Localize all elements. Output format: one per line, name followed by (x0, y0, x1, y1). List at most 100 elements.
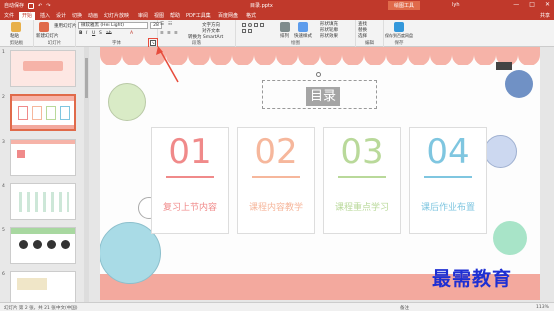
quick-styles-button[interactable]: 快速样式 (294, 33, 312, 39)
thumbnail-slide-6[interactable] (10, 271, 76, 302)
tab-insert[interactable]: 插入 (40, 12, 50, 19)
cloud-save-icon[interactable] (394, 22, 404, 32)
save-group: 保存到百度网盘 保存 (384, 20, 414, 47)
line-shape-icon[interactable] (254, 23, 258, 27)
reuse-slide-button[interactable]: 重用幻灯片 (54, 23, 77, 29)
zoom-level[interactable]: 113% (536, 305, 549, 310)
maximize-button[interactable]: □ (529, 1, 535, 8)
slide-thumbnails-pane[interactable]: 1 2 3 4 5 6 (0, 47, 85, 302)
user-name[interactable]: lyh (452, 2, 460, 8)
numbering-icon[interactable]: ☷ (168, 22, 172, 27)
tab-pdf-tools[interactable]: PDF工具集 (186, 12, 211, 19)
thumb-number: 2 (2, 95, 5, 100)
card-number: 02 (254, 132, 298, 172)
document-title: 目录.pptx (250, 3, 273, 9)
share-button[interactable]: 共享 (540, 12, 550, 19)
paste-icon[interactable] (11, 22, 21, 32)
editing-group: 查找 替换 选择 编辑 (356, 20, 384, 47)
thumb-number: 6 (2, 272, 5, 277)
minimize-button[interactable]: — (513, 1, 519, 8)
align-right-icon[interactable]: ≡ (174, 31, 178, 36)
tab-home[interactable]: 开始 (19, 12, 36, 20)
slide-counter: 幻灯片 第 2 张，共 21 张 (4, 306, 56, 311)
tab-slideshow[interactable]: 幻灯片放映 (104, 12, 129, 19)
agenda-card-3[interactable]: 03 课程重点学习 (323, 127, 401, 234)
thumb-avatar (61, 240, 70, 249)
clipboard-group: 粘贴 剪贴板 (0, 20, 34, 47)
oval-shape-icon[interactable] (248, 23, 252, 27)
paragraph-group-label: 段落 (192, 41, 201, 46)
arrow-shape-icon[interactable] (260, 23, 264, 27)
tab-review[interactable]: 审阅 (138, 12, 148, 19)
tab-format[interactable]: 格式 (246, 12, 256, 19)
bullets-icon[interactable]: ☰ (160, 22, 164, 27)
card-underline (166, 176, 214, 178)
italic-icon[interactable]: I (86, 31, 87, 36)
tab-animations[interactable]: 动画 (88, 12, 98, 19)
title-bar: 自动保存 ↶ ↷ 目录.pptx 绘图工具 lyh — □ ✕ (0, 0, 554, 11)
thumbnail-slide-2[interactable] (10, 94, 76, 131)
thumbnail-slide-1[interactable] (10, 50, 76, 87)
thumbnail-slide-5[interactable] (10, 227, 76, 264)
tab-help[interactable]: 帮助 (170, 12, 180, 19)
undo-icon[interactable]: ↶ (38, 3, 42, 9)
agenda-card-4[interactable]: 04 课后作业布置 (409, 127, 487, 234)
card-number: 04 (426, 132, 470, 172)
paste-button[interactable]: 粘贴 (10, 33, 19, 39)
clipboard-group-label: 剪贴板 (9, 41, 24, 46)
thumb-number: 1 (2, 50, 5, 55)
card-underline (252, 176, 300, 178)
rectangle-shape-icon[interactable] (242, 23, 246, 27)
bold-icon[interactable]: B (79, 31, 82, 36)
underline-icon[interactable]: U (92, 31, 95, 36)
autosave-label[interactable]: 自动保存 (4, 2, 24, 9)
save-to-baidu-button[interactable]: 保存到百度网盘 (385, 33, 413, 39)
save-icon[interactable] (28, 2, 35, 9)
ribbon: 粘贴 剪贴板 新建幻灯片 重用幻灯片 幻灯片 字体 微软雅黑 (Hei Ligh… (0, 20, 554, 47)
close-button[interactable]: ✕ (545, 1, 550, 8)
thumb-green-band (11, 228, 75, 234)
triangle-shape-icon[interactable] (242, 29, 246, 33)
font-name-select[interactable]: 微软雅黑 (Hei Light) (78, 22, 148, 29)
star-shape-icon[interactable] (248, 29, 252, 33)
font-color-icon[interactable]: A (130, 31, 133, 36)
thumbnail-slide-3[interactable] (10, 139, 76, 176)
thumb-number-block (17, 150, 25, 158)
strikethrough-icon[interactable]: ab (106, 31, 112, 36)
decor-circle-mint (493, 221, 527, 255)
thumb-avatar (19, 240, 28, 249)
language-indicator[interactable]: 中文(中国) (56, 305, 78, 311)
shadow-icon[interactable]: S (99, 31, 102, 36)
tab-view[interactable]: 视图 (154, 12, 164, 19)
quick-styles-icon[interactable] (298, 22, 308, 32)
notes-button[interactable]: 备注 (400, 305, 409, 311)
new-slide-icon[interactable] (39, 22, 49, 32)
arrange-icon[interactable] (280, 22, 290, 32)
rotate-handle[interactable] (316, 72, 321, 77)
tab-design[interactable]: 设计 (56, 12, 66, 19)
slide-editor[interactable]: 目录 01 复习上节内容 02 课程内容教学 03 课程重点学习 04 课后作业… (100, 47, 540, 300)
thumb-card (18, 106, 28, 120)
thumbnail-scroll-thumb[interactable] (85, 58, 88, 98)
slides-group-label: 幻灯片 (47, 41, 62, 46)
agenda-card-2[interactable]: 02 课程内容教学 (237, 127, 315, 234)
tab-file[interactable]: 文件 (4, 12, 14, 19)
arrange-button[interactable]: 排列 (280, 33, 289, 39)
align-left-icon[interactable]: ≡ (160, 31, 164, 36)
drawing-group-label: 绘图 (291, 41, 300, 46)
redo-icon[interactable]: ↷ (46, 3, 50, 9)
new-slide-button[interactable]: 新建幻灯片 (36, 33, 59, 39)
card-label: 课后作业布置 (420, 203, 475, 213)
tab-baidu-netdisk[interactable]: 百度网盘 (218, 12, 238, 19)
card-number: 01 (168, 132, 212, 172)
align-center-icon[interactable]: ≡ (167, 31, 171, 36)
shape-effects-button[interactable]: 形状效果 (320, 33, 338, 39)
thumb-card (32, 106, 42, 120)
tab-transitions[interactable]: 切换 (72, 12, 82, 19)
thumb-number: 4 (2, 184, 5, 189)
slide-title[interactable]: 目录 (306, 87, 340, 106)
select-button[interactable]: 选择 (358, 33, 367, 39)
agenda-card-1[interactable]: 01 复习上节内容 (151, 127, 229, 234)
thumbnail-slide-4[interactable] (10, 183, 76, 220)
thumb-number: 3 (2, 140, 5, 145)
